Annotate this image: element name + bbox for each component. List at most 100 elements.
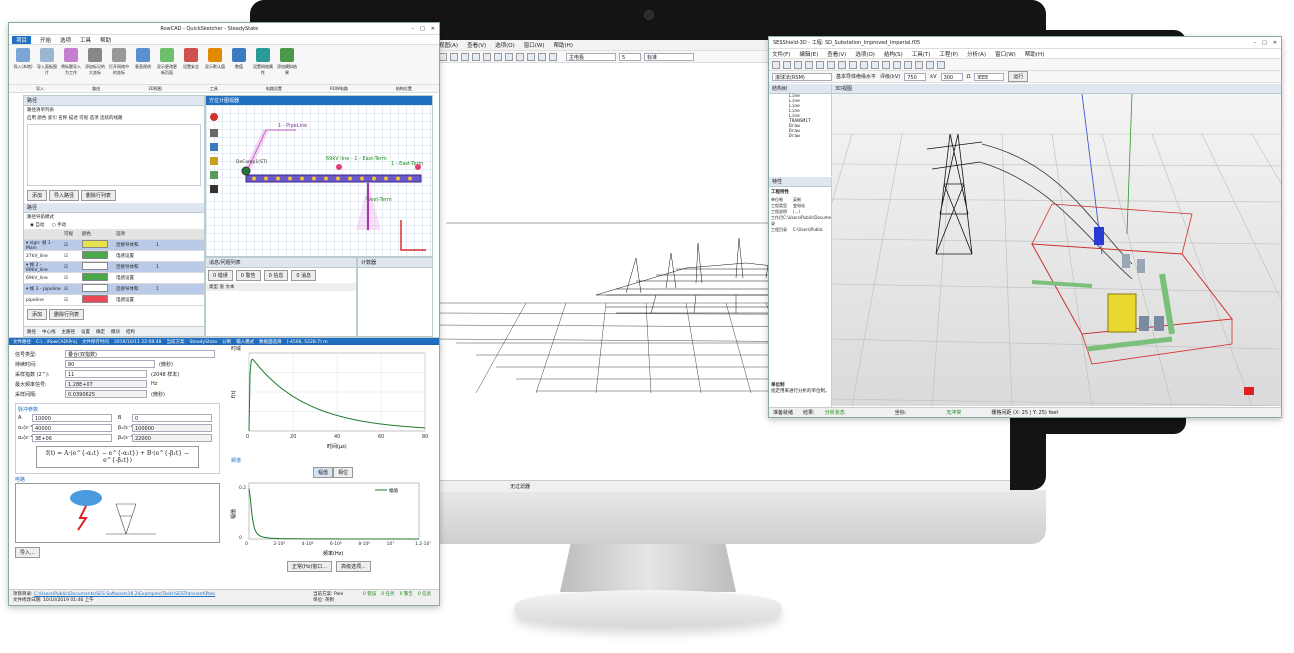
toolbar-icon[interactable] [483, 52, 491, 61]
status-tasks[interactable]: 0 任务 [381, 591, 394, 597]
rotate-icon[interactable] [893, 60, 901, 69]
beta2-input[interactable]: 22000 [132, 434, 212, 442]
delete-icon[interactable] [860, 60, 868, 69]
menu-view[interactable]: 视图(A) [439, 41, 458, 49]
a-input[interactable]: 10000 [32, 414, 112, 422]
new-icon[interactable] [772, 60, 780, 69]
status-errors[interactable]: 0 错误 [363, 591, 376, 597]
tower-icon[interactable] [210, 129, 218, 137]
ribbon-button-network[interactable]: 打开网络中的坐标 [108, 48, 130, 76]
toolbar-icon[interactable] [549, 52, 557, 61]
ribbon-button-values[interactable]: 数值 [228, 48, 250, 70]
target-icon[interactable] [210, 113, 218, 121]
bottom-tab[interactable]: 主路径 [62, 329, 76, 335]
standard-select[interactable]: IEEE [974, 72, 1005, 81]
substation-device[interactable] [1094, 227, 1104, 245]
toolbar-icon[interactable] [450, 52, 458, 61]
equipment-box[interactable] [1154, 316, 1164, 331]
ribbon-button-route[interactable]: 将标题导入为工作 [60, 48, 82, 76]
info-filter[interactable]: 0 信息 [263, 270, 289, 281]
ribbon-button-safety[interactable]: 设置安全 [180, 48, 202, 70]
color-swatch[interactable] [82, 284, 108, 292]
ribbon-button-import-local[interactable]: 导入(本地) [12, 48, 34, 70]
tree-item[interactable]: Draw [789, 134, 831, 139]
toolbar-icon[interactable] [494, 52, 502, 61]
add-button[interactable]: 添加 [27, 190, 48, 201]
ribbon-button-defaults[interactable]: 显示默认值 [204, 48, 226, 70]
fit-icon[interactable] [937, 60, 945, 69]
menu-structure[interactable]: 结构(S) [884, 50, 903, 58]
paste-icon[interactable] [849, 60, 857, 69]
menu-window[interactable]: 窗口(W) [524, 41, 545, 49]
redo-icon[interactable] [816, 60, 824, 69]
toolbar-icon[interactable] [439, 52, 447, 61]
equipment-box[interactable] [1137, 259, 1145, 273]
viewport-3d[interactable]: 3D视图 [771, 84, 1281, 407]
radio-auto[interactable]: ◉ 自动 [30, 223, 44, 228]
menu-help[interactable]: 帮助(H) [553, 41, 572, 49]
minimize-button[interactable]: – [412, 26, 415, 32]
alpha1-input[interactable]: 40000 [32, 424, 112, 432]
bottom-tab[interactable]: 设置 [81, 329, 90, 335]
bottom-tab[interactable]: 结构 [126, 329, 135, 335]
run-button[interactable]: 运行 [1008, 71, 1029, 82]
menu-window[interactable]: 窗口(W) [995, 50, 1016, 58]
import-path-button[interactable]: 导入路径 [48, 190, 79, 201]
table-row[interactable]: ▾ sign: 帧 1 - Main ☑ 连接导体和 1 [24, 240, 204, 251]
visible-checkbox[interactable]: ☑ [62, 298, 80, 303]
start-terminal-icon[interactable] [241, 166, 251, 176]
advanced-options-button[interactable]: 高级选项... [336, 561, 371, 572]
normal-window-button[interactable]: 正常(Hz)窗口... [287, 561, 333, 572]
equipment-box[interactable] [1139, 316, 1149, 331]
color-swatch[interactable] [82, 262, 108, 270]
tab-phase[interactable]: 相位 [333, 467, 354, 478]
b-input[interactable]: 0 [132, 414, 212, 422]
duration-input[interactable]: 80 [65, 360, 155, 368]
delete-path-button[interactable]: 删除行列表 [80, 190, 116, 201]
table-row[interactable]: ▾ 帧 2 - 69kV_line ☑ 连接导体和 1 [24, 262, 204, 273]
visible-checkbox[interactable]: ☑ [62, 287, 80, 292]
visible-checkbox[interactable]: ☑ [62, 265, 80, 270]
bottom-tab[interactable]: 路径 [27, 329, 36, 335]
cross-icon[interactable] [210, 185, 218, 193]
visible-checkbox[interactable]: ☑ [62, 276, 80, 281]
alpha2-input[interactable]: 3E+06 [32, 434, 112, 442]
signal-type-select[interactable]: 叠合(双指数) [65, 350, 215, 358]
table-row[interactable]: pipeline ☑ 电感设置 [24, 295, 204, 306]
minimize-button[interactable]: – [1254, 40, 1257, 46]
warnings-filter[interactable]: 0 警告 [235, 270, 261, 281]
tab-magnitude[interactable]: 幅值 [313, 467, 334, 478]
copy-icon[interactable] [838, 60, 846, 69]
bottom-tab[interactable]: 确定 [96, 329, 105, 335]
color-swatch[interactable] [82, 273, 108, 281]
table-delete-button[interactable]: 删除行列表 [48, 309, 84, 320]
toolbar-icon[interactable] [505, 52, 513, 61]
status-info[interactable]: 0 信息 [418, 591, 431, 597]
visible-checkbox[interactable]: ☑ [62, 254, 80, 259]
beta1-input[interactable]: 100000 [132, 424, 212, 432]
ribbon-button-markers[interactable]: 添加标记的大坐标 [84, 48, 106, 76]
radio-manual[interactable]: ○ 手动 [52, 223, 66, 228]
property-row[interactable]: 工作目录 C:\Users\Public\Docume [769, 215, 831, 227]
errors-filter[interactable]: 0 错误 [208, 270, 233, 281]
table-row[interactable]: 27kV_line ☑ 电感设置 [24, 251, 204, 262]
menu-help[interactable]: 帮助(H) [1025, 50, 1044, 58]
toolbar-icon[interactable] [538, 52, 546, 61]
mid-terminal-icon[interactable] [336, 164, 342, 170]
maximize-button[interactable]: □ [420, 26, 425, 32]
import-button[interactable]: 导入... [15, 547, 40, 558]
tab-start[interactable]: 开始 [40, 36, 51, 44]
resistance-input[interactable]: 300 [940, 72, 963, 81]
transformer[interactable] [1107, 293, 1137, 333]
menu-options[interactable]: 选项(O) [855, 50, 875, 58]
electrode-combo[interactable]: 主电极 [566, 52, 616, 61]
route-band[interactable] [245, 174, 422, 183]
tab-help[interactable]: 帮助 [100, 36, 111, 44]
samples-stepper[interactable]: 11 [65, 370, 147, 378]
color-swatch[interactable] [82, 251, 108, 259]
toolbar-icon[interactable] [516, 52, 524, 61]
grid-icon[interactable] [871, 60, 879, 69]
menu-view[interactable]: 查看(V) [827, 50, 846, 58]
table-row[interactable]: 69kV_line ☑ 电感设置 [24, 273, 204, 284]
menu-file[interactable]: 文件(F) [772, 50, 790, 58]
